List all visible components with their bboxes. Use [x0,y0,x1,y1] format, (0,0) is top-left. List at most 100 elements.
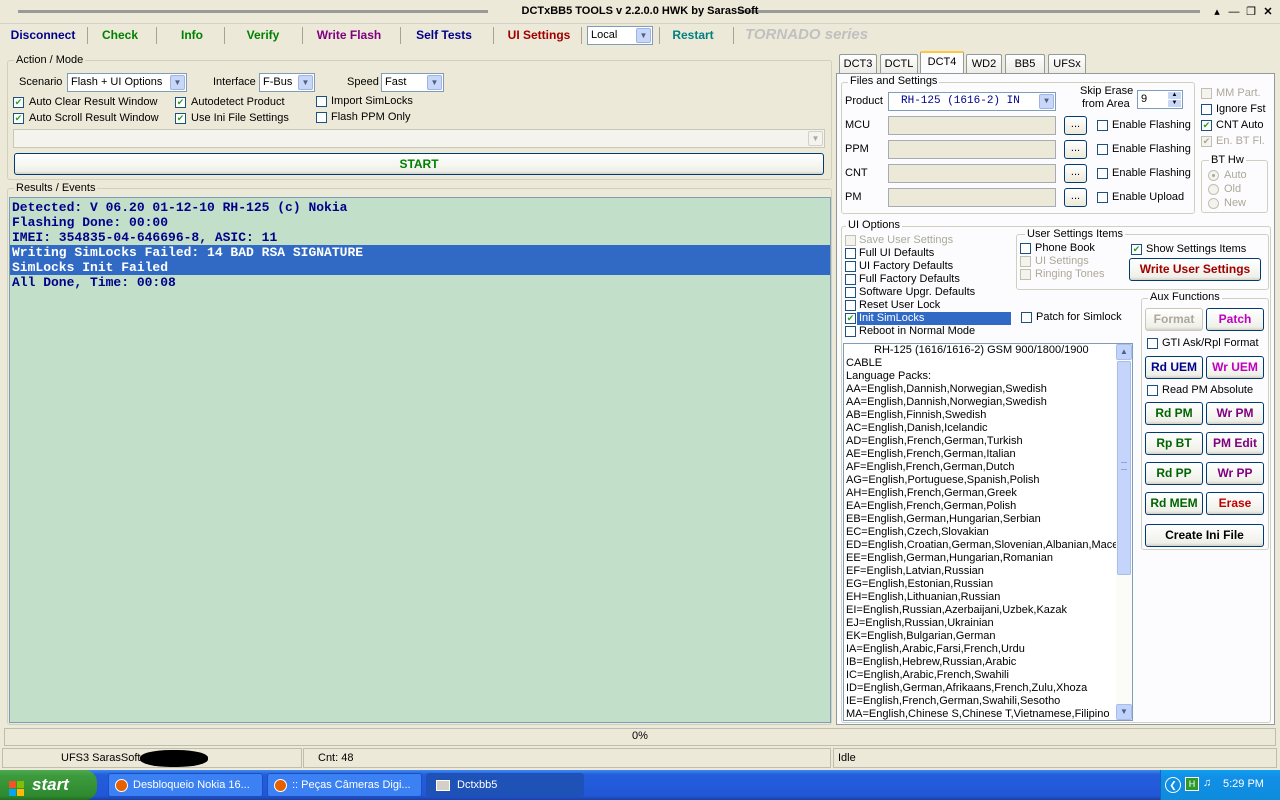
ui-option-checkbox[interactable] [845,235,856,246]
interface-select[interactable]: F-Bus ▼ [259,73,315,92]
ppm-file-field[interactable] [888,140,1056,159]
self-tests-button[interactable]: Self Tests [409,24,479,46]
ui-option-label[interactable]: Full UI Defaults [857,247,934,260]
ui-option-label[interactable]: Save User Settings [857,234,953,247]
patch-simlock-checkbox[interactable] [1021,312,1032,323]
mcu-browse-button[interactable]: ... [1064,116,1087,135]
cnt-enable-checkbox[interactable] [1097,168,1108,179]
erase-button[interactable]: Erase [1206,492,1264,515]
result-line[interactable]: All Done, Time: 00:08 [10,275,830,290]
ui-option-checkbox[interactable] [845,287,856,298]
ini-file-select[interactable]: ▼ [13,129,825,148]
import-simlocks-checkbox[interactable] [316,96,327,107]
read-pm-abs-checkbox[interactable] [1147,385,1158,396]
bt-old-radio[interactable] [1208,184,1219,195]
start-button-taskbar[interactable]: start [0,770,97,800]
pm-file-field[interactable] [888,188,1056,207]
patch-button[interactable]: Patch [1206,308,1264,331]
chevron-down-icon[interactable]: ▼ [1039,94,1054,109]
spin-up-icon[interactable]: ▲ [1168,92,1181,99]
tab-dct4[interactable]: DCT4 [920,51,964,73]
result-line[interactable]: Writing SimLocks Failed: 14 BAD RSA SIGN… [10,245,830,260]
chevron-down-icon[interactable]: ▼ [636,28,651,43]
wr-uem-button[interactable]: Wr UEM [1206,356,1264,379]
tab-dctl[interactable]: DCTL [880,54,918,73]
rd-pm-button[interactable]: Rd PM [1145,402,1203,425]
pm-upload-checkbox[interactable] [1097,192,1108,203]
ui-option-checkbox[interactable]: ✔ [845,313,856,324]
speed-select[interactable]: Fast ▼ [381,73,444,92]
ui-option-label[interactable]: Reset User Lock [857,299,940,312]
cnt-browse-button[interactable]: ... [1064,164,1087,183]
write-flash-button[interactable]: Write Flash [310,24,388,46]
ui-option-label[interactable]: Full Factory Defaults [857,273,960,286]
ringing-tones-checkbox[interactable] [1020,269,1031,280]
autodetect-checkbox[interactable]: ✔ [175,97,186,108]
result-line[interactable]: Flashing Done: 00:00 [10,215,830,230]
chevron-down-icon[interactable]: ▼ [298,75,313,90]
tab-ufsx[interactable]: UFSx [1048,54,1086,73]
taskbar-item[interactable]: Dctxbb5 [426,773,584,797]
ppm-browse-button[interactable]: ... [1064,140,1087,159]
ui-option-label[interactable]: Init SimLocks [857,312,1011,325]
info-button[interactable]: Info [168,24,216,46]
connection-mode-select[interactable]: Local ▼ [587,26,653,45]
start-button[interactable]: START [14,153,824,175]
disconnect-button[interactable]: Disconnect [5,24,81,46]
product-info-list[interactable]: RH-125 (1616/1616-2) GSM 900/1800/1900 CA… [843,343,1133,721]
results-window[interactable]: Detected: V 06.20 01-12-10 RH-125 (c) No… [9,197,831,723]
rp-bt-button[interactable]: Rp BT [1145,432,1203,455]
use-ini-checkbox[interactable]: ✔ [175,113,186,124]
ppm-enable-checkbox[interactable] [1097,144,1108,155]
cnt-file-field[interactable] [888,164,1056,183]
minimize-icon[interactable]: ▴ [1209,5,1225,19]
rd-uem-button[interactable]: Rd UEM [1145,356,1203,379]
result-line[interactable]: Detected: V 06.20 01-12-10 RH-125 (c) No… [10,200,830,215]
bt-new-radio[interactable] [1208,198,1219,209]
wr-pp-button[interactable]: Wr PP [1206,462,1264,485]
wr-pm-button[interactable]: Wr PM [1206,402,1264,425]
mm-part-checkbox[interactable] [1201,88,1212,99]
ui-option-label[interactable]: UI Factory Defaults [857,260,953,273]
product-select[interactable]: RH-125 (1616-2) IN ▼ [888,92,1056,111]
result-line[interactable]: IMEI: 354835-04-646696-8, ASIC: 11 [10,230,830,245]
mcu-file-field[interactable] [888,116,1056,135]
bt-auto-radio[interactable] [1208,170,1219,181]
check-button[interactable]: Check [93,24,147,46]
ui-option-label[interactable]: Software Upgr. Defaults [857,286,975,299]
format-button[interactable]: Format [1145,308,1203,331]
gti-checkbox[interactable] [1147,338,1158,349]
spin-down-icon[interactable]: ▼ [1168,100,1181,107]
en-bt-checkbox[interactable]: ✔ [1201,136,1212,147]
write-user-settings-button[interactable]: Write User Settings [1129,258,1261,281]
ui-settings-checkbox[interactable] [1020,256,1031,267]
tab-wd2[interactable]: WD2 [966,54,1002,73]
scroll-thumb[interactable] [1117,361,1131,575]
ui-option-checkbox[interactable] [845,326,856,337]
ignore-fst-checkbox[interactable] [1201,104,1212,115]
ui-settings-button[interactable]: UI Settings [501,24,577,46]
pm-edit-button[interactable]: PM Edit [1206,432,1264,455]
taskbar-item[interactable]: :: Peças Câmeras Digi... [267,773,422,797]
mcu-enable-checkbox[interactable] [1097,120,1108,131]
restart-button[interactable]: Restart [667,24,719,46]
volume-icon[interactable]: ♫ [1203,777,1217,791]
minimize-button[interactable]: — [1226,5,1242,19]
clock[interactable]: 5:29 PM [1223,778,1264,790]
ui-option-checkbox[interactable] [845,248,856,259]
scenario-select[interactable]: Flash + UI Options ▼ [67,73,187,92]
scroll-up-icon[interactable]: ▲ [1116,344,1132,360]
auto-clear-checkbox[interactable]: ✔ [13,97,24,108]
tray-app-icon[interactable]: H [1185,777,1199,791]
scroll-down-icon[interactable]: ▼ [1116,704,1132,720]
window-titlebar[interactable]: DCTxBB5 TOOLS v 2.2.0.0 HWK by SarasSoft… [0,0,1280,24]
show-settings-checkbox[interactable]: ✔ [1131,244,1142,255]
phone-book-checkbox[interactable] [1020,243,1031,254]
rd-pp-button[interactable]: Rd PP [1145,462,1203,485]
tray-expand-icon[interactable]: ❮ [1165,777,1181,793]
chevron-down-icon[interactable]: ▼ [808,131,823,146]
create-ini-button[interactable]: Create Ini File [1145,524,1264,547]
auto-scroll-checkbox[interactable]: ✔ [13,113,24,124]
ui-option-checkbox[interactable] [845,274,856,285]
flash-ppm-only-checkbox[interactable] [316,112,327,123]
